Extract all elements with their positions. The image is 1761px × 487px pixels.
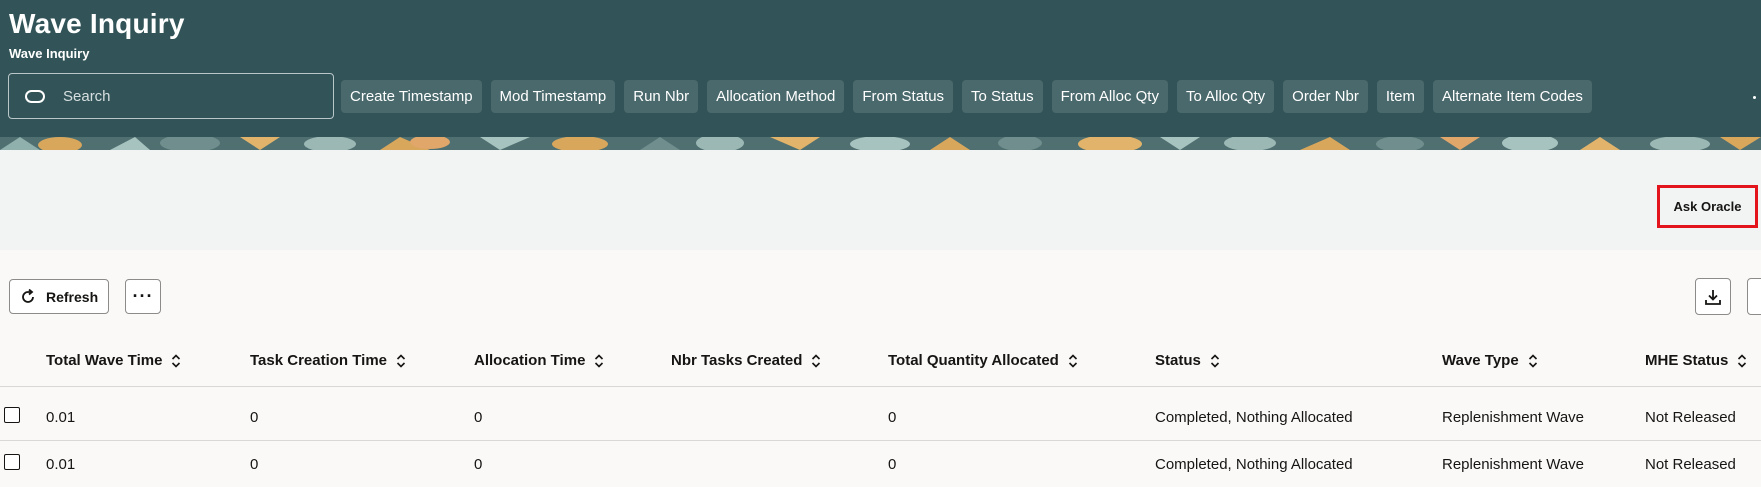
- search-icon: [25, 89, 45, 103]
- filter-chip-to-status[interactable]: To Status: [962, 80, 1043, 113]
- table-cell: Not Released: [1645, 456, 1736, 473]
- table-cell: 0: [250, 409, 259, 426]
- refresh-label: Refresh: [46, 288, 99, 305]
- decorative-banner: [0, 137, 1761, 150]
- sort-icon: [812, 353, 821, 368]
- sort-icon: [1738, 353, 1747, 368]
- table-cell: 0.01: [46, 456, 76, 473]
- filter-chip-alternate-item-codes[interactable]: Alternate Item Codes: [1433, 80, 1592, 113]
- table-cell: 0.01: [46, 409, 76, 426]
- row-checkbox[interactable]: [4, 454, 20, 470]
- sort-icon: [172, 353, 181, 368]
- refresh-button[interactable]: Refresh: [9, 279, 109, 314]
- page-title: Wave Inquiry: [9, 8, 185, 39]
- table-row[interactable]: 0.01 0 0 0 Completed, Nothing Allocated …: [0, 394, 1761, 441]
- table-cell: 0: [888, 409, 897, 426]
- table-cell: Replenishment Wave: [1442, 456, 1585, 473]
- table-row[interactable]: 0.01 0 0 0 Completed, Nothing Allocated …: [0, 441, 1761, 487]
- table-cell: Replenishment Wave: [1442, 409, 1585, 426]
- table-cell: Not Released: [1645, 409, 1736, 426]
- column-header[interactable]: Total Quantity Allocated: [888, 352, 1078, 369]
- filter-chip-create-timestamp[interactable]: Create Timestamp: [341, 80, 482, 113]
- column-header[interactable]: Task Creation Time: [250, 352, 406, 369]
- table-cell: Completed, Nothing Allocated: [1155, 409, 1353, 426]
- table-cell: 0: [888, 456, 897, 473]
- more-icon: ···: [132, 286, 154, 306]
- search-box[interactable]: [8, 73, 334, 119]
- sort-icon: [1528, 353, 1537, 368]
- download-button[interactable]: [1695, 278, 1731, 315]
- filter-chips: Create Timestamp Mod Timestamp Run Nbr A…: [341, 80, 1592, 113]
- columns-button[interactable]: [1747, 278, 1761, 315]
- filter-chip-from-alloc-qty[interactable]: From Alloc Qty: [1051, 80, 1168, 113]
- sort-icon: [1210, 353, 1219, 368]
- filter-chip-item[interactable]: Item: [1376, 80, 1425, 113]
- page-header: Wave Inquiry Wave Inquiry Create Timesta…: [0, 0, 1761, 150]
- column-header[interactable]: Allocation Time: [474, 352, 604, 369]
- table-cell: 0: [250, 456, 259, 473]
- filter-chip-to-alloc-qty[interactable]: To Alloc Qty: [1176, 80, 1275, 113]
- table-header: Total Wave Time Task Creation Time Alloc…: [0, 340, 1761, 387]
- filter-chip-from-status[interactable]: From Status: [853, 80, 954, 113]
- table-cell: Completed, Nothing Allocated: [1155, 456, 1353, 473]
- sort-icon: [595, 353, 604, 368]
- filter-chip-allocation-method[interactable]: Allocation Method: [707, 80, 845, 113]
- refresh-icon: [22, 288, 34, 303]
- ask-oracle-band: [0, 150, 1761, 250]
- row-checkbox[interactable]: [4, 407, 20, 423]
- page-subtitle: Wave Inquiry: [9, 46, 90, 61]
- table-cell: 0: [474, 409, 483, 426]
- more-actions-button[interactable]: ···: [125, 279, 161, 314]
- search-input[interactable]: [63, 87, 313, 105]
- table-cell: 0: [474, 456, 483, 473]
- column-header[interactable]: Wave Type: [1442, 352, 1538, 369]
- column-header[interactable]: Total Wave Time: [46, 352, 181, 369]
- column-header[interactable]: Status: [1155, 352, 1220, 369]
- ask-oracle-button[interactable]: Ask Oracle: [1660, 188, 1755, 225]
- filter-chip-mod-timestamp[interactable]: Mod Timestamp: [490, 80, 616, 113]
- filter-chip-order-nbr[interactable]: Order Nbr: [1283, 80, 1368, 113]
- filter-chip-run-nbr[interactable]: Run Nbr: [624, 80, 699, 113]
- more-filters-indicator[interactable]: [1753, 96, 1756, 99]
- sort-icon: [396, 353, 406, 368]
- download-icon: [1705, 289, 1721, 305]
- sort-icon: [1068, 353, 1077, 368]
- column-header[interactable]: MHE Status: [1645, 352, 1747, 369]
- column-header[interactable]: Nbr Tasks Created: [671, 352, 821, 369]
